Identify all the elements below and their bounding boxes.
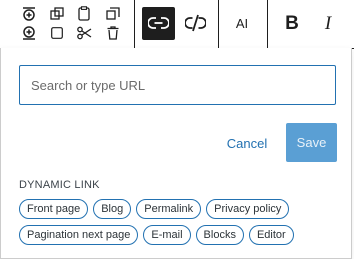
dynamic-link-pagination-next-page[interactable]: Pagination next page (19, 225, 139, 245)
toolbar-group-block-actions (0, 0, 134, 48)
toolbar-divider (267, 0, 268, 48)
unlink-button[interactable] (179, 7, 212, 40)
dynamic-link-permalink[interactable]: Permalink (136, 199, 202, 219)
insert-after-icon[interactable] (22, 26, 36, 40)
trash-icon[interactable] (107, 26, 119, 40)
dynamic-link-blog[interactable]: Blog (93, 199, 132, 219)
dynamic-link-editor[interactable]: Editor (248, 225, 294, 245)
dynamic-link-heading: DYNAMIC LINK (19, 179, 100, 191)
save-button[interactable]: Save (286, 123, 337, 162)
url-search-input[interactable] (19, 65, 336, 105)
link-popover: Cancel Save DYNAMIC LINK Front page Blog… (0, 48, 352, 259)
checkbox-icon[interactable] (51, 27, 63, 39)
dynamic-link-front-page[interactable]: Front page (19, 199, 89, 219)
dynamic-link-row: Front page Blog Permalink Privacy policy (19, 199, 290, 219)
cancel-button[interactable]: Cancel (225, 133, 269, 155)
dynamic-link-blocks[interactable]: Blocks (195, 225, 244, 245)
bold-button[interactable]: B (278, 7, 306, 40)
dynamic-link-privacy-policy[interactable]: Privacy policy (206, 199, 290, 219)
italic-button[interactable]: I (314, 7, 342, 40)
block-toolbar: AI B I (0, 0, 354, 49)
insert-before-icon[interactable] (22, 7, 36, 21)
group-icon[interactable] (50, 7, 64, 21)
ai-button[interactable]: AI (224, 7, 260, 40)
duplicate-icon[interactable] (106, 7, 120, 21)
link-icon (148, 17, 169, 29)
scissors-icon[interactable] (77, 26, 92, 40)
editor-root: AI B I Cancel Save DYNAMIC LINK Front pa… (0, 0, 354, 259)
clipboard-icon[interactable] (78, 6, 90, 21)
dynamic-link-row: Pagination next page E-mail Blocks Edito… (19, 225, 294, 245)
toolbar-divider (218, 0, 219, 48)
unlink-icon (185, 14, 206, 32)
toolbar-divider (134, 0, 135, 48)
dynamic-link-email[interactable]: E-mail (143, 225, 191, 245)
link-button[interactable] (142, 7, 175, 40)
